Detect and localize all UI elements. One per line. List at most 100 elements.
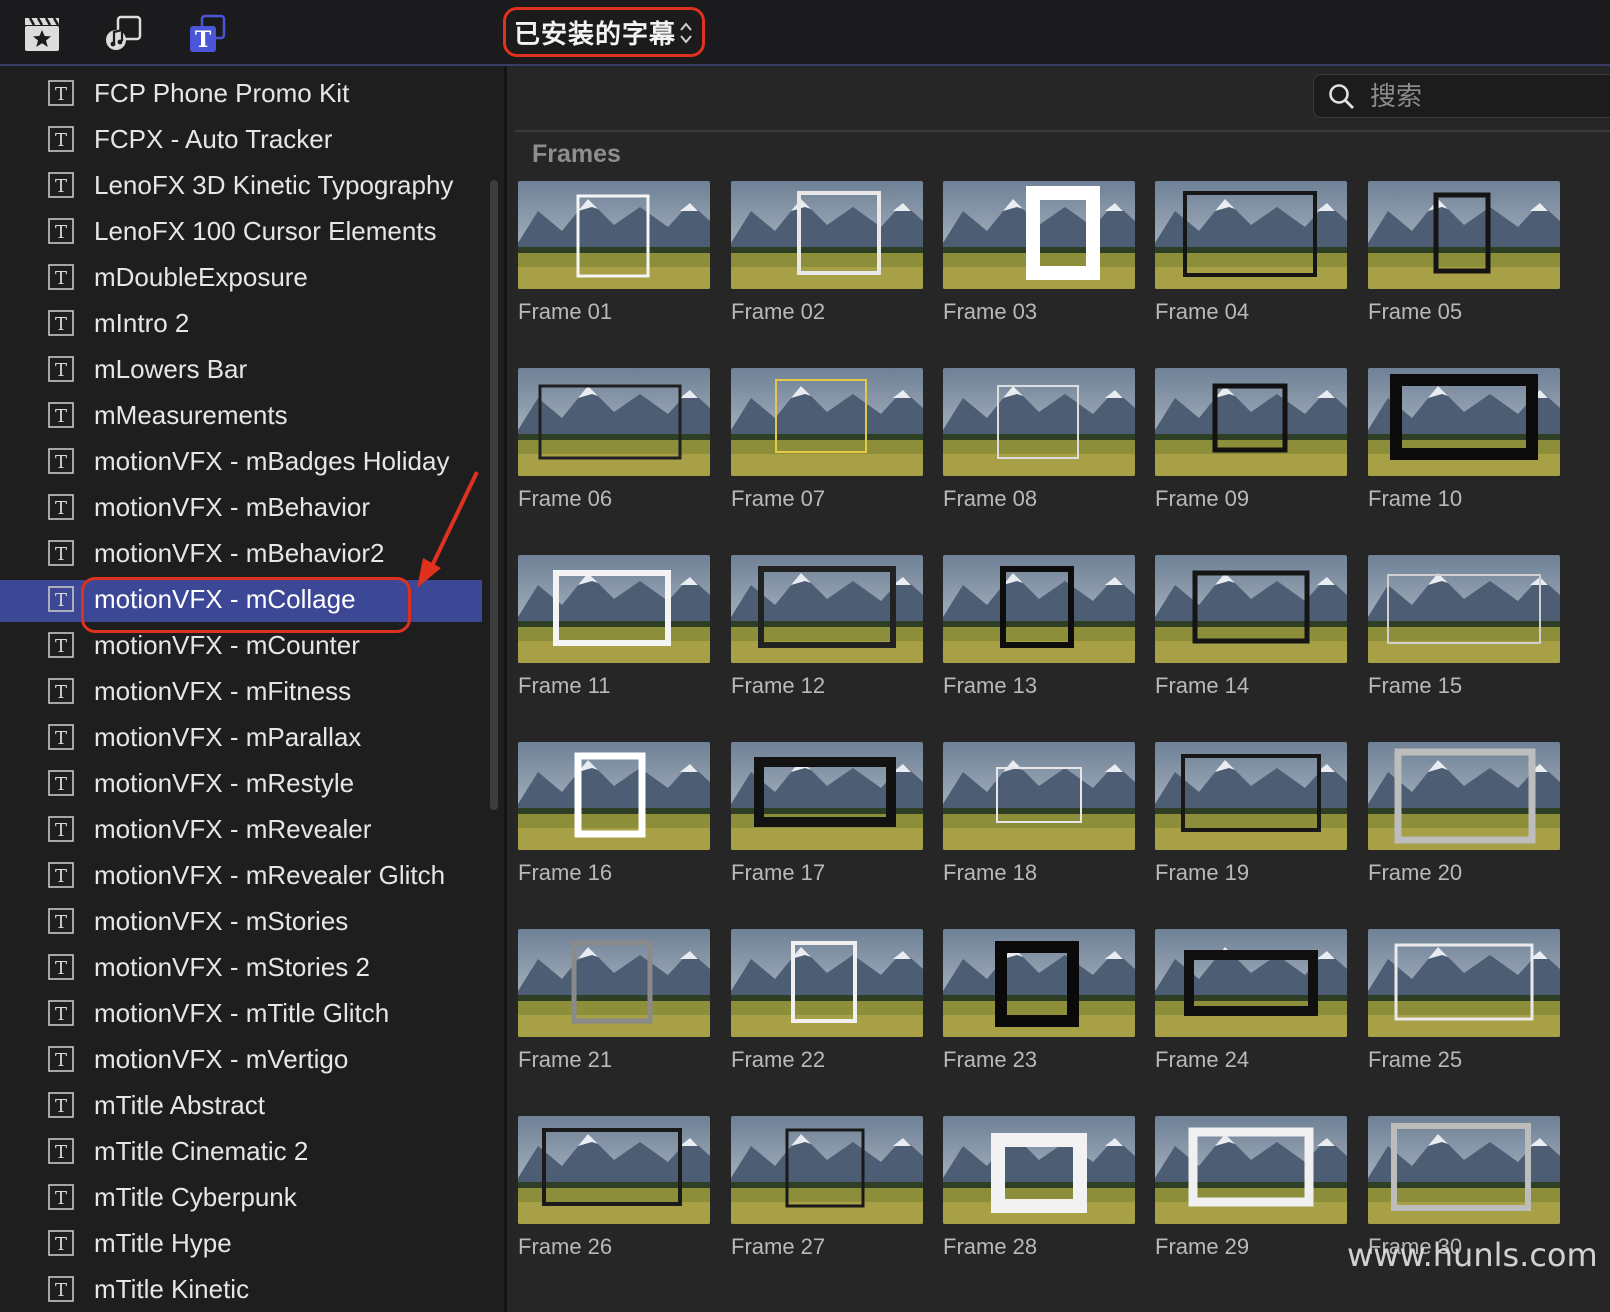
svg-text:T: T (55, 314, 67, 335)
sidebar-item[interactable]: T LenoFX 100 Cursor Elements (0, 212, 482, 254)
frame-tile[interactable]: Frame 07 (731, 368, 923, 538)
title-t-icon: T (48, 264, 74, 290)
sidebar-item[interactable]: TmotionVFX - mBehavior2 (0, 534, 482, 576)
svg-text:T: T (55, 268, 67, 289)
sidebar-item[interactable]: T FCPX - Auto Tracker (0, 120, 482, 162)
frame-tile[interactable]: Frame 12 (731, 555, 923, 725)
frame-tile[interactable]: Frame 04 (1155, 181, 1347, 351)
sidebar-item[interactable]: TmMeasurements (0, 396, 482, 438)
frame-tile[interactable]: Frame 13 (943, 555, 1135, 725)
music-photo-icon[interactable] (104, 14, 144, 54)
updown-chevron-icon (680, 22, 692, 44)
frame-thumbnail (1155, 181, 1347, 289)
frame-tile[interactable]: Frame 25 (1368, 929, 1560, 1099)
frame-tile[interactable]: Frame 14 (1155, 555, 1347, 725)
title-t-icon: T (48, 448, 74, 474)
frame-tile[interactable]: Frame 30 (1368, 1116, 1560, 1286)
frame-tile[interactable]: Frame 06 (518, 368, 710, 538)
sidebar-item[interactable]: TmotionVFX - mStories 2 (0, 948, 482, 990)
frame-tile[interactable]: Frame 03 (943, 181, 1135, 351)
sidebar-item[interactable]: TmTitle Hype (0, 1224, 482, 1266)
sidebar-item-label: motionVFX - mBehavior (94, 492, 370, 522)
sidebar-item[interactable]: TmotionVFX - mStories (0, 902, 482, 944)
svg-text:T: T (55, 820, 67, 841)
sidebar-item[interactable]: TmotionVFX - mRevealer Glitch (0, 856, 482, 898)
title-t-icon: T (48, 1138, 74, 1164)
frame-tile[interactable]: Frame 22 (731, 929, 923, 1099)
frame-tile[interactable]: Frame 19 (1155, 742, 1347, 912)
sidebar-item[interactable]: TmTitle Abstract (0, 1086, 482, 1128)
clapper-star-icon[interactable] (22, 14, 62, 54)
frame-tile[interactable]: Frame 15 (1368, 555, 1560, 725)
sidebar-item[interactable]: TmTitle Cinematic 2 (0, 1132, 482, 1174)
frame-tile[interactable]: Frame 09 (1155, 368, 1347, 538)
frame-thumbnail (731, 555, 923, 663)
sidebar-scrollbar[interactable] (490, 180, 498, 810)
sidebar-item[interactable]: TmotionVFX - mCollage (0, 580, 482, 622)
frame-label: Frame 20 (1368, 860, 1463, 885)
sidebar-item-label: mTitle Cyberpunk (94, 1182, 297, 1212)
frame-tile[interactable]: Frame 23 (943, 929, 1135, 1099)
sidebar-item[interactable]: TmotionVFX - mCounter (0, 626, 482, 668)
installed-titles-dropdown[interactable]: 已安装的字幕 (503, 7, 705, 57)
sidebar-item[interactable]: TmotionVFX - mFitness (0, 672, 482, 714)
title-t-icon: T (48, 770, 74, 796)
sidebar-item-label: motionVFX - mCollage (94, 584, 356, 614)
sidebar-item[interactable]: TmotionVFX - mBadges Holiday (0, 442, 482, 484)
sidebar-item-label: mTitle Kinetic (94, 1274, 250, 1304)
sidebar-item[interactable]: TmotionVFX - mRevealer (0, 810, 482, 852)
frame-thumbnail (943, 368, 1135, 476)
svg-text:T: T (55, 682, 67, 703)
frame-tile[interactable]: Frame 08 (943, 368, 1135, 538)
frame-tile[interactable]: Frame 29 (1155, 1116, 1347, 1286)
frame-label: Frame 07 (731, 486, 826, 511)
frame-thumbnail (943, 555, 1135, 663)
sidebar-item[interactable]: TmotionVFX - mBehavior (0, 488, 482, 530)
frame-tile[interactable]: Frame 24 (1155, 929, 1347, 1099)
svg-text:T: T (55, 1004, 67, 1025)
title-t-icon: T (48, 632, 74, 658)
sidebar-item[interactable]: TmIntro 2 (0, 304, 482, 346)
frame-tile[interactable]: Frame 26 (518, 1116, 710, 1286)
sidebar-item[interactable]: T FCP Phone Promo Kit (0, 74, 482, 116)
search-field[interactable] (1313, 74, 1610, 118)
frame-tile[interactable]: Frame 20 (1368, 742, 1560, 912)
dropdown-label: 已安装的字幕 (514, 18, 677, 49)
frame-tile[interactable]: Frame 10 (1368, 368, 1560, 538)
sidebar-item-label: LenoFX 3D Kinetic Typography (94, 170, 454, 200)
sidebar-item[interactable]: TmotionVFX - mTitle Glitch (0, 994, 482, 1036)
titles-icon[interactable]: T (188, 14, 228, 54)
frame-tile[interactable]: Frame 11 (518, 555, 710, 725)
sidebar-item[interactable]: TmLowers Bar (0, 350, 482, 392)
sidebar-item-label: motionVFX - mBadges Holiday (94, 446, 450, 476)
frame-tile[interactable]: Frame 05 (1368, 181, 1560, 351)
title-t-icon: T (48, 1046, 74, 1072)
frame-tile[interactable]: Frame 01 (518, 181, 710, 351)
frame-tile[interactable]: Frame 18 (943, 742, 1135, 912)
frame-tile[interactable]: Frame 28 (943, 1116, 1135, 1286)
frame-thumbnail (1368, 742, 1560, 850)
sidebar-item[interactable]: TmTitle Kinetic (0, 1270, 482, 1312)
title-t-icon: T (48, 494, 74, 520)
sidebar-item[interactable]: T LenoFX 3D Kinetic Typography (0, 166, 482, 208)
sidebar-item[interactable]: TmotionVFX - mParallax (0, 718, 482, 760)
sidebar-item-label: motionVFX - mStories (94, 906, 349, 936)
svg-text:T: T (55, 774, 67, 795)
svg-text:T: T (55, 1096, 67, 1117)
frame-tile[interactable]: Frame 21 (518, 929, 710, 1099)
svg-text:T: T (55, 1280, 67, 1301)
frame-tile[interactable]: Frame 27 (731, 1116, 923, 1286)
sidebar-item[interactable]: TmotionVFX - mRestyle (0, 764, 482, 806)
title-t-icon: T (48, 816, 74, 842)
search-input[interactable] (1368, 79, 1610, 115)
sidebar-item-label: mMeasurements (94, 400, 288, 430)
frame-tile[interactable]: Frame 02 (731, 181, 923, 351)
sidebar-item[interactable]: TmTitle Cyberpunk (0, 1178, 482, 1220)
frame-tile[interactable]: Frame 17 (731, 742, 923, 912)
sidebar-item[interactable]: TmDoubleExposure (0, 258, 482, 300)
sidebar-item-label: motionVFX - mBehavior2 (94, 538, 385, 568)
frame-tile[interactable]: Frame 16 (518, 742, 710, 912)
svg-text:T: T (55, 1234, 67, 1255)
sidebar-item[interactable]: TmotionVFX - mVertigo (0, 1040, 482, 1082)
frame-label: Frame 28 (943, 1234, 1038, 1259)
